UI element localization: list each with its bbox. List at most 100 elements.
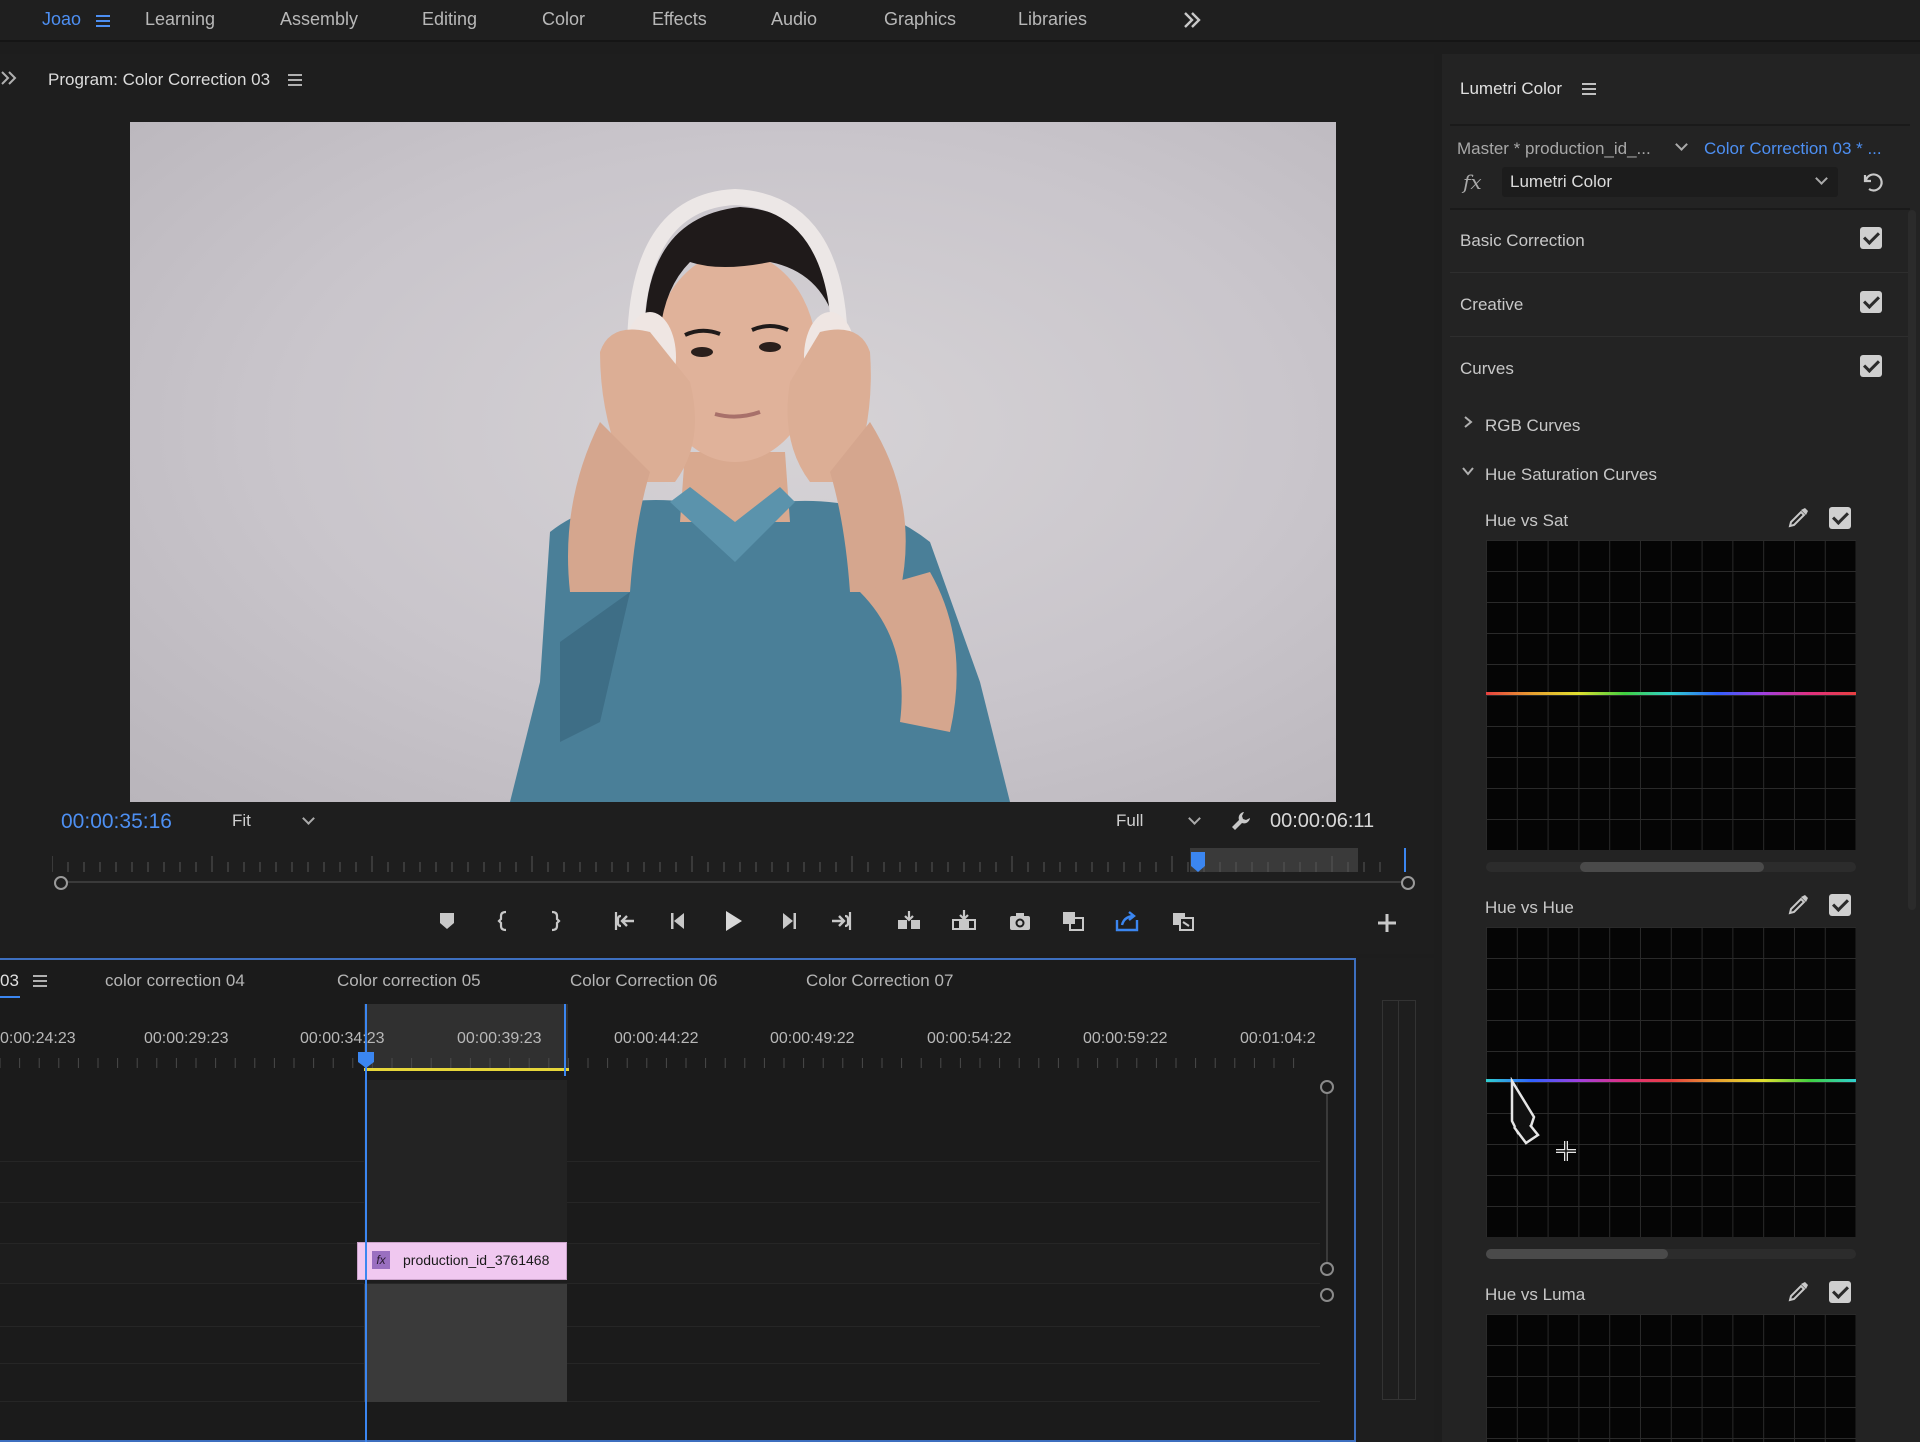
add-marker-button[interactable] bbox=[430, 904, 464, 938]
hue-vs-hue-scrollbar[interactable] bbox=[1486, 1249, 1856, 1259]
timeline-vertical-scrollbar[interactable] bbox=[1326, 1088, 1338, 1268]
hue-vs-luma-curve-graph[interactable] bbox=[1486, 1314, 1856, 1442]
audio-track-a2[interactable] bbox=[0, 1327, 1320, 1364]
fx-icon[interactable]: fx bbox=[1463, 170, 1482, 194]
go-to-out-button[interactable] bbox=[824, 904, 858, 938]
workspace-tab-audio[interactable]: Audio bbox=[771, 9, 817, 30]
hue-vs-hue-label: Hue vs Hue bbox=[1485, 898, 1574, 917]
sequence-clip-select[interactable]: Color Correction 03 * ... bbox=[1704, 139, 1882, 159]
mark-out-button[interactable] bbox=[537, 904, 571, 938]
sequence-menu-icon[interactable] bbox=[33, 975, 47, 987]
workspace-tab-libraries[interactable]: Libraries bbox=[1018, 9, 1087, 30]
workspace-tab-editing[interactable]: Editing bbox=[422, 9, 477, 30]
workspace-tab-graphics[interactable]: Graphics bbox=[884, 9, 956, 30]
effect-select-dropdown[interactable]: Lumetri Color bbox=[1502, 167, 1838, 197]
hue-vs-luma-checkbox[interactable] bbox=[1829, 1281, 1851, 1303]
scrollbar-thumb[interactable] bbox=[1486, 1249, 1668, 1259]
master-clip-select[interactable]: Master * production_id_... bbox=[1457, 139, 1651, 159]
tab-sequence-03[interactable]: 03 bbox=[0, 971, 19, 991]
workspace-tab-effects[interactable]: Effects bbox=[652, 9, 707, 30]
hue-saturation-curves-toggle[interactable]: Hue Saturation Curves bbox=[1485, 465, 1657, 485]
audio-scroll-handle[interactable] bbox=[1320, 1288, 1334, 1302]
reset-effect-icon[interactable] bbox=[1860, 170, 1884, 194]
video-track-v3[interactable] bbox=[0, 1080, 1320, 1162]
video-track-v1[interactable] bbox=[0, 1244, 1320, 1284]
tab-color-correction-07[interactable]: Color Correction 07 bbox=[806, 971, 953, 991]
timeline-playhead-handle[interactable] bbox=[356, 1050, 376, 1070]
lumetri-panel-title[interactable]: Lumetri Color bbox=[1460, 79, 1562, 99]
ruler-label: 00:00:39:23 bbox=[457, 1030, 542, 1047]
panel-expand-icon[interactable] bbox=[0, 70, 18, 86]
video-clip[interactable]: fx production_id_3761468 bbox=[357, 1242, 567, 1280]
lumetri-menu-icon[interactable] bbox=[1582, 83, 1596, 95]
eyedropper-icon[interactable] bbox=[1786, 506, 1810, 530]
export-frame-button[interactable] bbox=[1003, 904, 1037, 938]
tab-color-correction-06[interactable]: Color Correction 06 bbox=[570, 971, 717, 991]
program-menu-icon[interactable] bbox=[288, 74, 302, 86]
chevron-down-icon bbox=[1815, 172, 1828, 185]
play-button[interactable] bbox=[716, 904, 750, 938]
tab-color-correction-05[interactable]: Color correction 05 bbox=[337, 971, 481, 991]
workspace-tab-joao[interactable]: Joao bbox=[42, 9, 81, 30]
share-export-button[interactable] bbox=[1110, 904, 1144, 938]
eyedropper-icon[interactable] bbox=[1786, 893, 1810, 917]
video-track-v2[interactable] bbox=[0, 1162, 1320, 1203]
rgb-curves-toggle[interactable]: RGB Curves bbox=[1485, 416, 1580, 436]
hue-vs-hue-checkbox[interactable] bbox=[1829, 894, 1851, 916]
hue-vs-sat-curve-line[interactable] bbox=[1486, 692, 1856, 695]
basic-correction-checkbox[interactable] bbox=[1860, 227, 1882, 249]
go-to-in-button[interactable] bbox=[608, 904, 642, 938]
audio-meters-panel bbox=[1360, 958, 1434, 1442]
wrench-settings-icon[interactable] bbox=[1230, 810, 1252, 832]
out-point-marker bbox=[564, 1004, 566, 1076]
section-basic-correction[interactable]: Basic Correction bbox=[1460, 231, 1585, 251]
chevron-down-icon[interactable] bbox=[1461, 465, 1475, 477]
hue-vs-sat-label: Hue vs Sat bbox=[1485, 511, 1569, 530]
section-creative[interactable]: Creative bbox=[1460, 295, 1523, 315]
tab-color-correction-04[interactable]: color correction 04 bbox=[105, 971, 245, 991]
scrollbar-thumb[interactable] bbox=[1580, 862, 1764, 872]
program-monitor-title[interactable]: Program: Color Correction 03 bbox=[48, 70, 270, 90]
double-chevron-right-icon[interactable] bbox=[1182, 10, 1202, 30]
monitor-time-ruler[interactable] bbox=[52, 848, 1418, 890]
ruler-label: 00:01:04:2 bbox=[1240, 1030, 1316, 1047]
current-timecode[interactable]: 00:00:35:16 bbox=[61, 810, 172, 834]
audio-track-a1[interactable] bbox=[0, 1284, 1320, 1327]
lumetri-panel-scrollbar[interactable] bbox=[1908, 210, 1916, 910]
eyedropper-icon[interactable] bbox=[1786, 1280, 1810, 1304]
audio-track-a3[interactable] bbox=[0, 1364, 1320, 1402]
proxy-toggle-button[interactable] bbox=[1166, 904, 1200, 938]
timeline-ruler-ticks[interactable] bbox=[0, 1054, 1320, 1074]
section-divider bbox=[1450, 272, 1910, 273]
creative-checkbox[interactable] bbox=[1860, 291, 1882, 313]
step-back-button[interactable] bbox=[662, 904, 696, 938]
insert-button[interactable] bbox=[892, 904, 926, 938]
hue-vs-hue-curve-graph[interactable] bbox=[1486, 927, 1856, 1237]
hue-vs-sat-checkbox[interactable] bbox=[1829, 507, 1851, 529]
video-track-v1b[interactable] bbox=[0, 1203, 1320, 1244]
scroll-handle-bottom[interactable] bbox=[1320, 1262, 1334, 1276]
overwrite-button[interactable] bbox=[947, 904, 981, 938]
workspace-tab-color[interactable]: Color bbox=[542, 9, 585, 30]
button-editor-plus-icon[interactable] bbox=[1370, 906, 1404, 940]
hue-vs-sat-curve-graph[interactable] bbox=[1486, 540, 1856, 850]
fx-badge: fx bbox=[372, 1251, 390, 1269]
comparison-view-button[interactable] bbox=[1056, 904, 1090, 938]
audio-meter bbox=[1382, 1000, 1416, 1400]
mark-in-button[interactable] bbox=[487, 904, 521, 938]
hue-vs-sat-scrollbar[interactable] bbox=[1486, 862, 1856, 872]
ruler-label: 00:00:44:22 bbox=[614, 1030, 699, 1047]
section-divider bbox=[1450, 208, 1910, 210]
section-curves[interactable]: Curves bbox=[1460, 359, 1514, 379]
panel-header-divider bbox=[1450, 124, 1910, 126]
curves-checkbox[interactable] bbox=[1860, 355, 1882, 377]
workspace-tab-assembly[interactable]: Assembly bbox=[280, 9, 358, 30]
playback-resolution-dropdown[interactable]: Full bbox=[1104, 808, 1208, 836]
audio-clip-region[interactable] bbox=[364, 1284, 567, 1402]
chevron-right-icon[interactable] bbox=[1462, 415, 1474, 429]
zoom-level-dropdown[interactable]: Fit bbox=[220, 808, 322, 836]
workspace-tab-learning[interactable]: Learning bbox=[145, 9, 215, 30]
scroll-handle-top[interactable] bbox=[1320, 1080, 1334, 1094]
workspace-menu-icon[interactable] bbox=[96, 15, 110, 27]
step-forward-button[interactable] bbox=[771, 904, 805, 938]
